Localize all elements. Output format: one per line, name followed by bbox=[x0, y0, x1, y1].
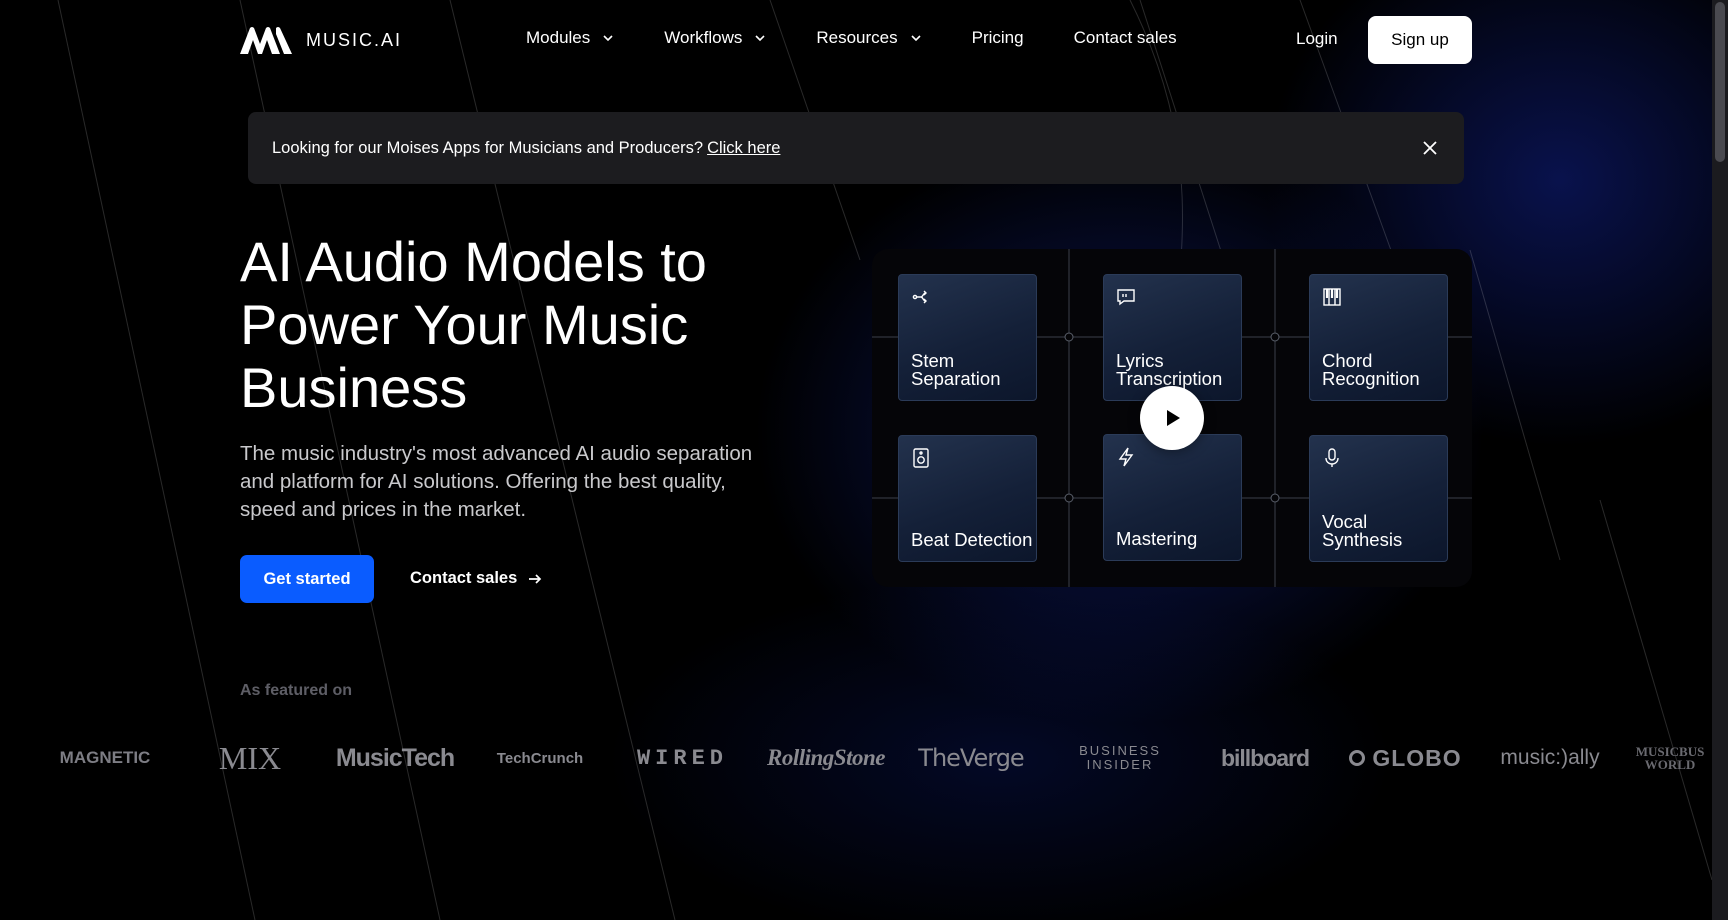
press-logo-business-insider: BUSINESS INSIDER bbox=[1079, 743, 1161, 772]
press-logo-theverge: TheVerge bbox=[918, 744, 1024, 772]
nav-modules[interactable]: Modules bbox=[526, 28, 614, 48]
press-logo-musictech: MusicTech bbox=[335, 743, 455, 772]
nav-pricing-label: Pricing bbox=[971, 28, 1024, 47]
piano-keys-icon bbox=[1323, 288, 1341, 306]
nav-contact-sales-label: Contact sales bbox=[1073, 28, 1177, 47]
scrollbar-thumb[interactable] bbox=[1715, 2, 1725, 162]
module-card-vocal-synthesis[interactable]: Vocal Synthesis bbox=[1309, 435, 1448, 562]
press-logo-wired: WIRED bbox=[636, 745, 728, 771]
share-icon bbox=[912, 290, 927, 304]
press-logo-musicbus-world: MUSICBUS WORLD bbox=[1635, 744, 1705, 772]
close-icon[interactable] bbox=[1420, 138, 1440, 158]
nav-pricing[interactable]: Pricing bbox=[972, 28, 1024, 48]
login-link[interactable]: Login bbox=[1296, 29, 1338, 49]
play-icon bbox=[1167, 410, 1180, 426]
chevron-down-icon bbox=[911, 35, 921, 42]
speaker-icon bbox=[913, 448, 929, 468]
logo-mark-icon bbox=[240, 27, 292, 54]
module-label: Mastering bbox=[1116, 528, 1198, 549]
play-video-button[interactable] bbox=[1140, 386, 1204, 450]
press-logo-billboard: billboard bbox=[1220, 744, 1310, 771]
press-logo-techcrunch: TechCrunch bbox=[496, 749, 584, 767]
press-logo-globo: GLOBO bbox=[1345, 736, 1465, 780]
main-menu: Modules Workflows Resources Pricing Cont… bbox=[526, 28, 1227, 48]
module-label: Vocal Synthesis bbox=[1322, 511, 1403, 550]
nav-workflows-label: Workflows bbox=[664, 28, 743, 47]
banner-text: Looking for our Moises Apps for Musician… bbox=[272, 138, 704, 157]
module-label: Chord Recognition bbox=[1322, 350, 1420, 389]
moises-apps-banner: Looking for our Moises Apps for Musician… bbox=[248, 112, 1464, 184]
top-nav: MUSIC.AI Modules Workflows Resources Pri… bbox=[0, 0, 1712, 80]
module-card-beat-detection[interactable]: Beat Detection bbox=[898, 435, 1037, 562]
module-label: Beat Detection bbox=[911, 529, 1033, 550]
hero-subtitle: The music industry's most advanced AI au… bbox=[240, 442, 753, 521]
module-card-chord-recognition[interactable]: Chord Recognition bbox=[1309, 274, 1448, 401]
microphone-icon bbox=[1325, 448, 1339, 467]
press-logo-rollingstone: RollingStone bbox=[767, 745, 885, 770]
chevron-down-icon bbox=[603, 35, 613, 42]
press-logo-mix: MIX bbox=[218, 739, 282, 776]
module-card-mastering[interactable]: Mastering bbox=[1103, 434, 1242, 561]
module-card-lyrics-transcription[interactable]: Lyrics Transcription bbox=[1103, 274, 1242, 401]
contact-sales-button[interactable]: Contact sales bbox=[410, 569, 543, 588]
arrow-right-icon bbox=[529, 573, 542, 584]
get-started-button[interactable]: Get started bbox=[240, 555, 374, 603]
quote-bubble-icon bbox=[1117, 289, 1135, 306]
page-scrollbar[interactable] bbox=[1712, 0, 1728, 920]
nav-contact-sales[interactable]: Contact sales bbox=[1074, 28, 1177, 48]
press-logo-magnetic: MAGNETIC bbox=[59, 748, 151, 767]
featured-on-label: As featured on bbox=[240, 682, 353, 699]
press-logo-musically: music:)ally bbox=[1500, 746, 1600, 769]
globo-ring-icon bbox=[1349, 750, 1366, 766]
module-label: Lyrics Transcription bbox=[1116, 350, 1223, 389]
contact-sales-label: Contact sales bbox=[410, 569, 518, 587]
press-logos: MAGNETIC MIX MusicTech TechCrunch WIRED … bbox=[60, 736, 1712, 780]
signup-button[interactable]: Sign up bbox=[1368, 16, 1472, 64]
module-card-stem-separation[interactable]: Stem Separation bbox=[898, 274, 1037, 401]
nav-modules-label: Modules bbox=[526, 28, 591, 47]
banner-click-here-link[interactable]: Click here bbox=[707, 139, 780, 158]
logo-text: MUSIC.AI bbox=[306, 29, 403, 50]
chevron-down-icon bbox=[755, 35, 765, 42]
nav-resources-label: Resources bbox=[816, 28, 898, 47]
nav-workflows[interactable]: Workflows bbox=[664, 28, 766, 48]
hero-title: AI Audio Models to Power Your Music Busi… bbox=[240, 230, 707, 419]
lightning-icon bbox=[1118, 447, 1134, 467]
logo[interactable]: MUSIC.AI bbox=[240, 26, 402, 54]
module-label: Stem Separation bbox=[911, 350, 1001, 389]
press-logo-globo-text: GLOBO bbox=[1372, 744, 1462, 771]
nav-resources[interactable]: Resources bbox=[816, 28, 921, 48]
